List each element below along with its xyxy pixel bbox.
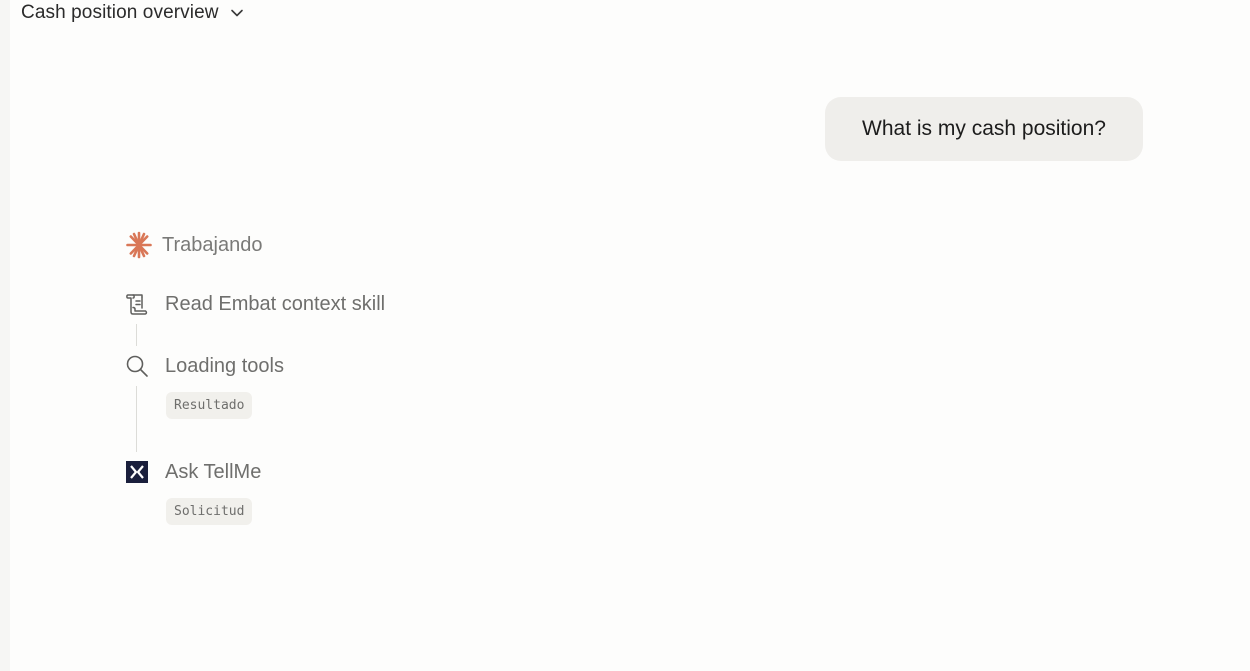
assistant-status: Trabajando: [126, 231, 262, 259]
timeline-connector: [136, 386, 137, 452]
conversation-title: Cash position overview: [21, 2, 219, 23]
conversation-header: Cash position overview: [12, 0, 1242, 78]
step-loading-tools[interactable]: Loading tools: [125, 354, 284, 378]
left-edge: [0, 0, 10, 671]
chevron-down-icon: [229, 5, 245, 21]
timeline-connector: [136, 324, 137, 346]
result-chip[interactable]: Resultado: [166, 392, 253, 419]
step-label: Read Embat context skill: [165, 292, 386, 315]
search-icon: [125, 354, 149, 378]
step-label: Loading tools: [165, 354, 284, 377]
step-ask-tellme[interactable]: Ask TellMe: [125, 460, 261, 484]
status-label: Trabajando: [162, 233, 263, 256]
step-label: Ask TellMe: [165, 460, 262, 483]
scroll-icon: [125, 292, 149, 316]
user-message-text: What is my cash position?: [862, 117, 1106, 140]
request-chip[interactable]: Solicitud: [166, 498, 253, 525]
tellme-logo-icon: [125, 460, 149, 484]
sparkle-icon: [126, 231, 152, 259]
step-read-context-skill[interactable]: Read Embat context skill: [125, 292, 385, 316]
user-message-bubble: What is my cash position?: [825, 97, 1143, 161]
conversation-title-button[interactable]: Cash position overview: [21, 0, 245, 26]
